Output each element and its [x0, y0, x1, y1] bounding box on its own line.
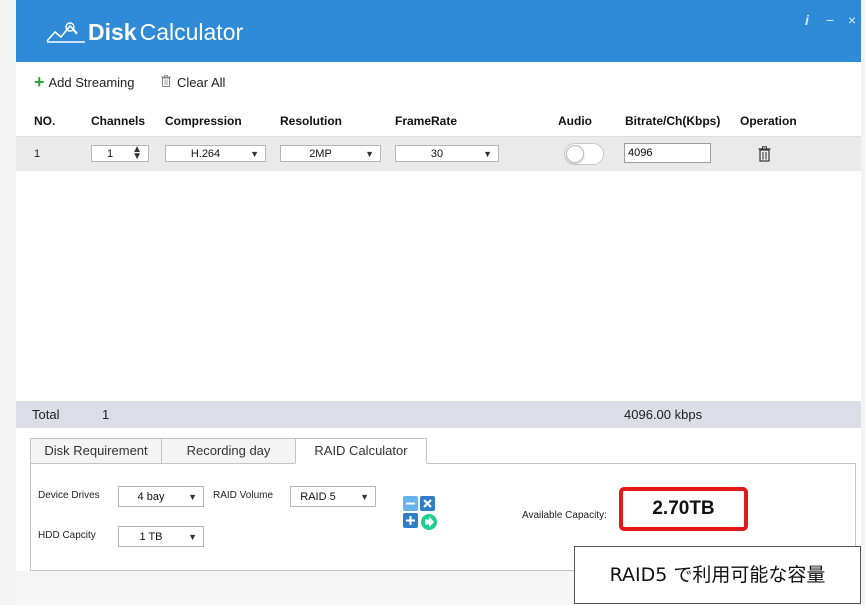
toggle-knob	[566, 145, 584, 163]
raid-volume-value: RAID 5	[300, 491, 336, 503]
chevron-down-icon: ▼	[250, 149, 259, 159]
window-left-edge	[0, 0, 16, 605]
calculator-icon[interactable]	[403, 496, 437, 534]
trash-icon	[161, 75, 171, 90]
tab-recording-day[interactable]: Recording day	[161, 438, 296, 464]
clear-all-button[interactable]: Clear All	[161, 75, 225, 90]
tab-disk-requirement[interactable]: Disk Requirement	[30, 438, 162, 464]
hdd-capacity-select[interactable]: 1 TB ▼	[118, 526, 204, 547]
window-right-edge	[861, 0, 865, 605]
audio-toggle[interactable]	[564, 143, 604, 165]
channels-stepper[interactable]: 1 ▲ ▼	[91, 145, 149, 162]
resolution-value: 2MP	[309, 148, 332, 160]
col-bitrate: Bitrate/Ch(Kbps)	[625, 114, 721, 128]
table-header: NO. Channels Compression Resolution Fram…	[16, 106, 861, 137]
framerate-value: 30	[430, 148, 444, 160]
framerate-select[interactable]: 30 ▼	[395, 145, 499, 162]
chevron-down-icon: ▼	[360, 492, 369, 502]
compression-select[interactable]: H.264 ▼	[165, 145, 266, 162]
tab-raid-calculator[interactable]: RAID Calculator	[295, 438, 427, 464]
total-channels: 1	[102, 407, 110, 422]
add-streaming-label: Add Streaming	[48, 75, 135, 90]
channels-value: 1	[106, 148, 114, 160]
chart-logo-icon	[46, 21, 86, 43]
add-streaming-button[interactable]: + Add Streaming	[34, 72, 135, 92]
table-empty-area	[16, 171, 861, 401]
col-framerate: FrameRate	[395, 114, 458, 128]
device-drives-label: Device Drives	[38, 490, 100, 501]
delete-icon[interactable]	[758, 146, 771, 166]
total-label: Total	[32, 407, 60, 422]
title-bar: Disk Calculator i − ×	[0, 0, 865, 62]
app-logo: Disk Calculator	[46, 18, 243, 46]
bitrate-input[interactable]: 4096	[624, 143, 711, 163]
total-bitrate: 4096.00 kbps	[624, 407, 703, 422]
clear-all-label: Clear All	[177, 75, 226, 90]
info-icon[interactable]: i	[805, 12, 809, 28]
col-compression: Compression	[165, 114, 242, 128]
app-title-bold: Disk	[88, 18, 137, 45]
raid-volume-select[interactable]: RAID 5 ▼	[290, 486, 376, 507]
hdd-capacity-value: 1 TB	[139, 531, 163, 543]
raid-volume-label: RAID Volume	[213, 490, 274, 501]
device-drives-select[interactable]: 4 bay ▼	[118, 486, 204, 507]
col-audio: Audio	[558, 114, 592, 128]
chevron-down-icon: ▼	[188, 492, 197, 502]
available-capacity-value: 2.70TB	[619, 487, 748, 531]
available-capacity-label: Available Capacity:	[522, 510, 607, 521]
chevron-down-icon: ▼	[483, 149, 492, 159]
device-drives-value: 4 bay	[137, 491, 165, 503]
row-number: 1	[34, 148, 41, 160]
annotation-note: RAID5 で利用可能な容量	[574, 546, 861, 604]
col-resolution: Resolution	[280, 114, 342, 128]
close-button[interactable]: ×	[848, 12, 856, 28]
table-row: 1 1 ▲ ▼ H.264 ▼ 2MP ▼ 30 ▼ 4096	[16, 137, 861, 171]
compression-value: H.264	[190, 148, 221, 160]
col-channels: Channels	[91, 114, 146, 128]
plus-icon: +	[34, 72, 45, 92]
hdd-capacity-label: HDD Capcity	[38, 530, 96, 541]
app-title-light: Calculator	[139, 18, 244, 45]
stepper-arrows-icon[interactable]: ▲ ▼	[132, 145, 142, 162]
resolution-select[interactable]: 2MP ▼	[280, 145, 381, 162]
chevron-down-icon: ▼	[365, 149, 374, 159]
toolbar: + Add Streaming Clear All	[16, 62, 861, 106]
col-no: NO.	[34, 114, 56, 128]
minimize-button[interactable]: −	[826, 12, 834, 28]
chevron-down-icon: ▼	[188, 532, 197, 542]
total-bar: Total 1 4096.00 kbps	[16, 401, 861, 428]
col-operation: Operation	[740, 114, 797, 128]
